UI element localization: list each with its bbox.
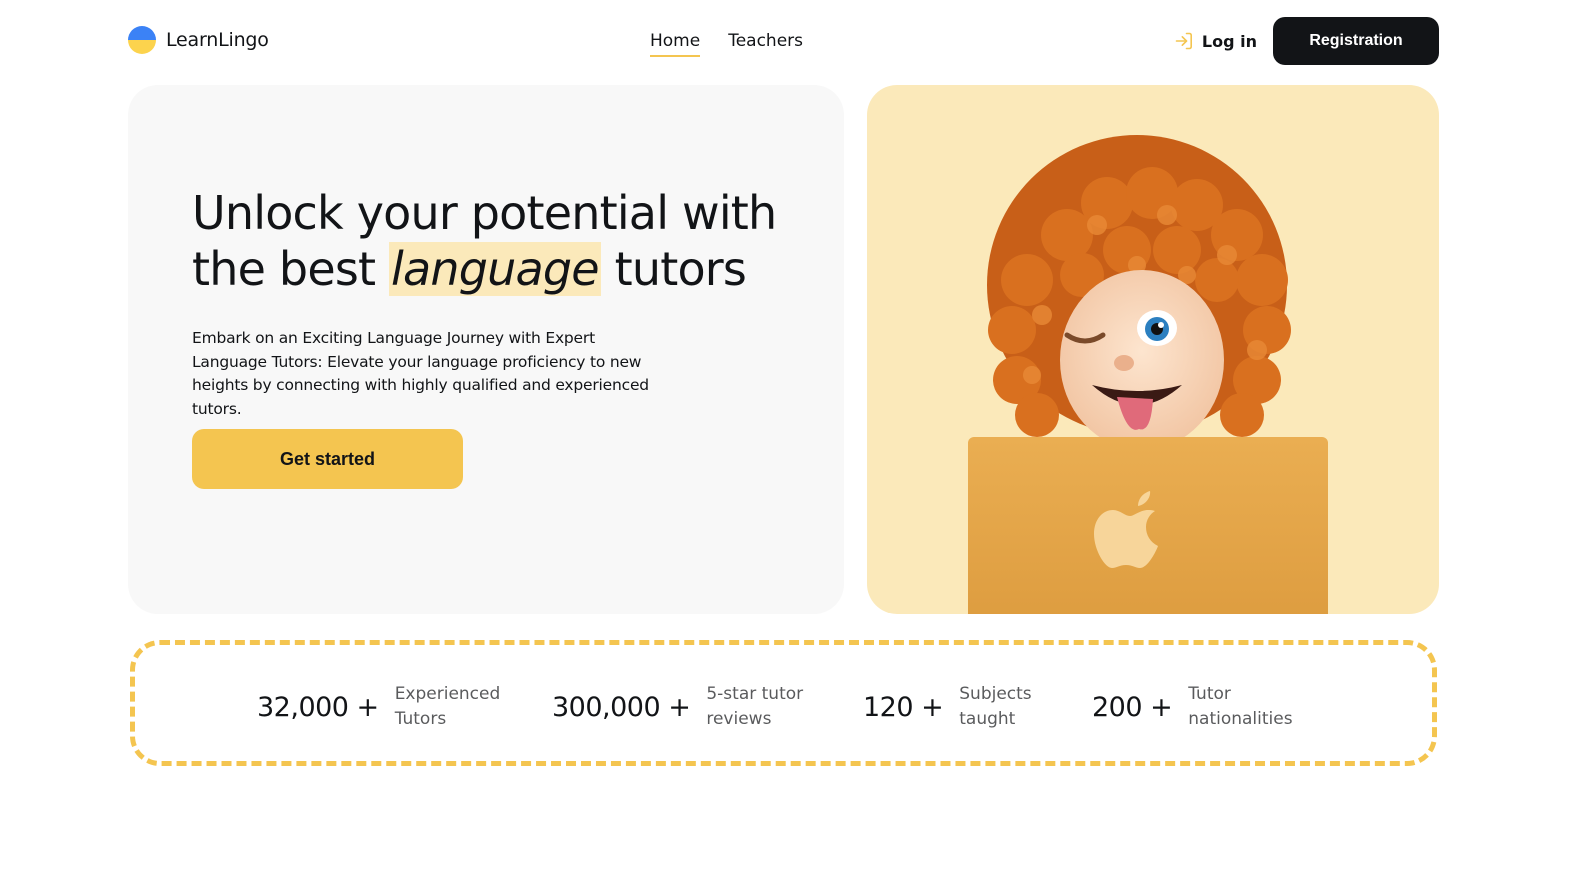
main-nav: Home Teachers	[650, 31, 803, 57]
site-header: LearnLingo Home Teachers Log in Registra…	[0, 0, 1569, 84]
login-label: Log in	[1201, 31, 1257, 51]
logo-text: LearnLingo	[166, 29, 269, 51]
hero-title: Unlock your potential with the best lang…	[192, 185, 792, 297]
hero-title-end: tutors	[600, 242, 747, 296]
stat-label: 5-star tutor reviews	[706, 684, 804, 729]
stat-item: 300,000 + 5-star tutor reviews	[552, 682, 826, 732]
nav-home[interactable]: Home	[650, 31, 701, 57]
stat-item: 32,000 + Experienced Tutors	[257, 682, 515, 732]
stat-value: 200 +	[1092, 691, 1173, 723]
get-started-button[interactable]: Get started	[192, 429, 463, 489]
logo[interactable]: LearnLingo	[128, 26, 269, 54]
hero-panel: Unlock your potential with the best lang…	[128, 85, 844, 614]
stat-label: Subjects taught	[959, 684, 1032, 729]
stat-value: 120 +	[863, 691, 944, 723]
ukraine-flag-icon	[128, 26, 156, 54]
hero-description: Embark on an Exciting Language Journey w…	[192, 329, 649, 418]
login-arrow-icon	[1175, 32, 1192, 50]
stat-value: 32,000 +	[257, 691, 379, 723]
hero-illustration-panel	[867, 85, 1439, 614]
hero-title-highlight: language	[389, 242, 601, 296]
auth-actions: Log in Registration	[1174, 17, 1439, 65]
stat-item: 120 + Subjects taught	[863, 682, 1079, 732]
login-button[interactable]: Log in	[1174, 31, 1257, 51]
registration-button[interactable]: Registration	[1273, 17, 1439, 65]
stats-strip: 32,000 + Experienced Tutors 300,000 + 5-…	[130, 640, 1437, 766]
memoji-laptop-illustration	[968, 135, 1328, 614]
nav-teachers[interactable]: Teachers	[728, 31, 803, 55]
stat-label: Experienced Tutors	[394, 684, 501, 729]
stat-label: Tutor nationalities	[1188, 684, 1293, 729]
stat-item: 200 + Tutor nationalities	[1092, 682, 1308, 732]
stat-value: 300,000 +	[552, 691, 691, 723]
